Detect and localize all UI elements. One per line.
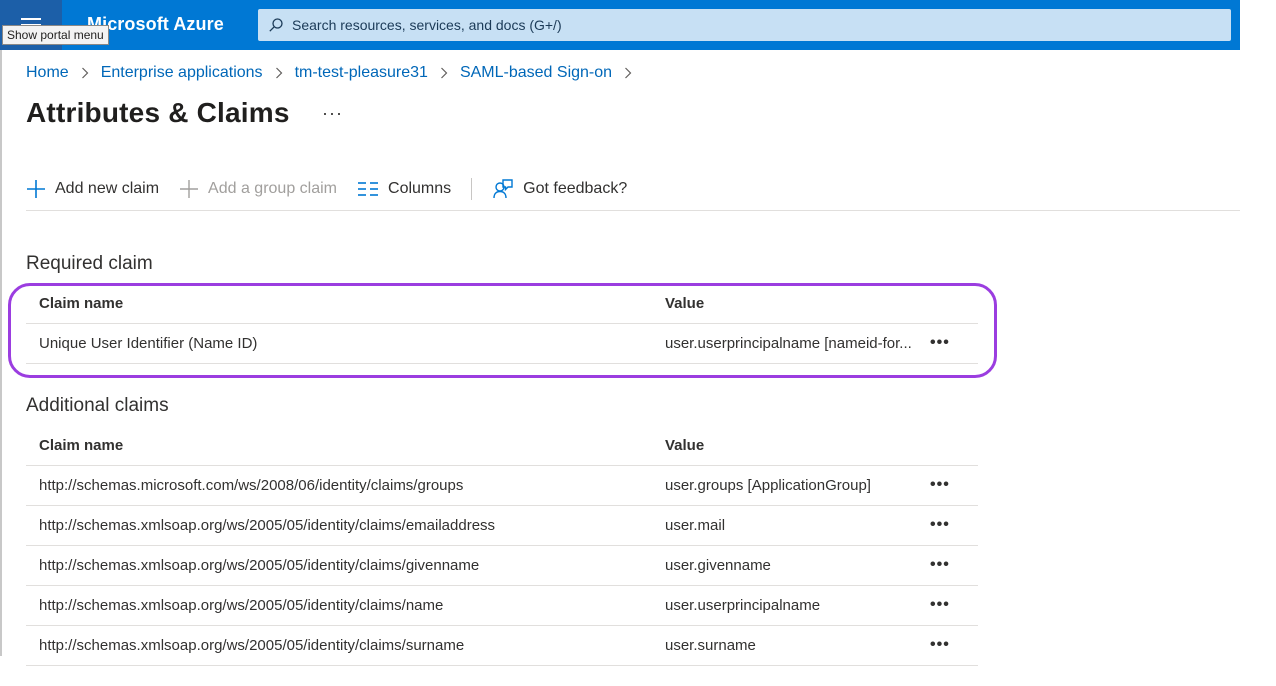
column-header-value[interactable]: Value [652, 285, 930, 324]
chevron-right-icon [440, 67, 448, 79]
plus-icon [27, 180, 45, 198]
columns-icon [358, 182, 379, 196]
page-title: Attributes & Claims [26, 97, 290, 128]
claim-value-cell[interactable]: user.givenname [652, 545, 930, 586]
feedback-button[interactable]: Got feedback? [492, 178, 627, 200]
table-row[interactable]: http://schemas.xmlsoap.org/ws/2005/05/id… [26, 625, 978, 666]
claim-value-cell[interactable]: user.userprincipalname [652, 585, 930, 626]
feedback-icon [493, 179, 513, 199]
add-group-claim-label: Add a group claim [208, 180, 338, 197]
portal-menu-tooltip: Show portal menu [2, 25, 109, 45]
row-more-button[interactable]: ••• [930, 636, 950, 653]
claim-name-cell[interactable]: Unique User Identifier (Name ID) [26, 323, 652, 364]
column-header-claim-name[interactable]: Claim name [26, 285, 652, 324]
claim-name-cell[interactable]: http://schemas.xmlsoap.org/ws/2005/05/id… [26, 505, 652, 546]
table-row[interactable]: Unique User Identifier (Name ID) user.us… [26, 323, 978, 364]
table-row[interactable]: http://schemas.xmlsoap.org/ws/2005/05/id… [26, 505, 978, 546]
command-bar: Add new claim Add a group claim Columns … [26, 172, 647, 206]
row-more-button[interactable]: ••• [930, 516, 950, 533]
row-more-button[interactable]: ••• [930, 476, 950, 493]
search-icon [269, 18, 283, 32]
column-header-value[interactable]: Value [652, 427, 930, 466]
global-search[interactable] [258, 9, 1231, 41]
columns-label: Columns [388, 180, 452, 197]
column-header-actions [930, 427, 978, 466]
table-header-row: Claim name Value [26, 285, 978, 324]
toolbar-separator [26, 210, 1240, 211]
chevron-right-icon [275, 67, 283, 79]
claim-value-cell[interactable]: user.userprincipalname [nameid-for... [652, 323, 930, 364]
row-more-button[interactable]: ••• [930, 596, 950, 613]
required-claim-table: Claim name Value Unique User Identifier … [26, 285, 978, 364]
add-group-claim-button[interactable]: Add a group claim [179, 179, 337, 199]
claim-name-cell[interactable]: http://schemas.microsoft.com/ws/2008/06/… [26, 465, 652, 506]
required-claim-heading: Required claim [26, 253, 153, 274]
table-header-row: Claim name Value [26, 427, 978, 466]
breadcrumb-saml-sign-on[interactable]: SAML-based Sign-on [460, 64, 612, 82]
page-more-button[interactable]: ··· [322, 103, 343, 124]
top-bar: Microsoft Azure [0, 0, 1240, 50]
table-row[interactable]: http://schemas.xmlsoap.org/ws/2005/05/id… [26, 545, 978, 586]
breadcrumb-home[interactable]: Home [26, 64, 69, 82]
row-more-button[interactable]: ••• [930, 556, 950, 573]
row-more-button[interactable]: ••• [930, 334, 950, 351]
table-row[interactable]: http://schemas.microsoft.com/ws/2008/06/… [26, 465, 978, 506]
column-header-claim-name[interactable]: Claim name [26, 427, 652, 466]
claim-value-cell[interactable]: user.surname [652, 625, 930, 666]
toolbar-divider [471, 178, 473, 200]
chevron-right-icon [81, 67, 89, 79]
additional-claims-heading: Additional claims [26, 395, 169, 416]
table-row[interactable]: http://schemas.xmlsoap.org/ws/2005/05/id… [26, 585, 978, 626]
claim-name-cell[interactable]: http://schemas.xmlsoap.org/ws/2005/05/id… [26, 625, 652, 666]
chevron-right-icon [624, 67, 632, 79]
search-input[interactable] [292, 17, 1192, 33]
add-new-claim-label: Add new claim [55, 180, 160, 197]
breadcrumb-app[interactable]: tm-test-pleasure31 [295, 64, 428, 82]
claim-name-cell[interactable]: http://schemas.xmlsoap.org/ws/2005/05/id… [26, 585, 652, 626]
columns-button[interactable]: Columns [357, 180, 451, 198]
add-new-claim-button[interactable]: Add new claim [26, 179, 159, 199]
claim-value-cell[interactable]: user.groups [ApplicationGroup] [652, 465, 930, 506]
breadcrumb-enterprise-applications[interactable]: Enterprise applications [101, 64, 263, 82]
claim-name-cell[interactable]: http://schemas.xmlsoap.org/ws/2005/05/id… [26, 545, 652, 586]
left-edge [0, 50, 2, 656]
breadcrumb: Home Enterprise applications tm-test-ple… [26, 64, 644, 82]
plus-icon [180, 180, 199, 198]
column-header-actions [930, 285, 978, 324]
feedback-label: Got feedback? [523, 180, 628, 197]
claim-value-cell[interactable]: user.mail [652, 505, 930, 546]
additional-claims-table: Claim name Value http://schemas.microsof… [26, 427, 978, 666]
